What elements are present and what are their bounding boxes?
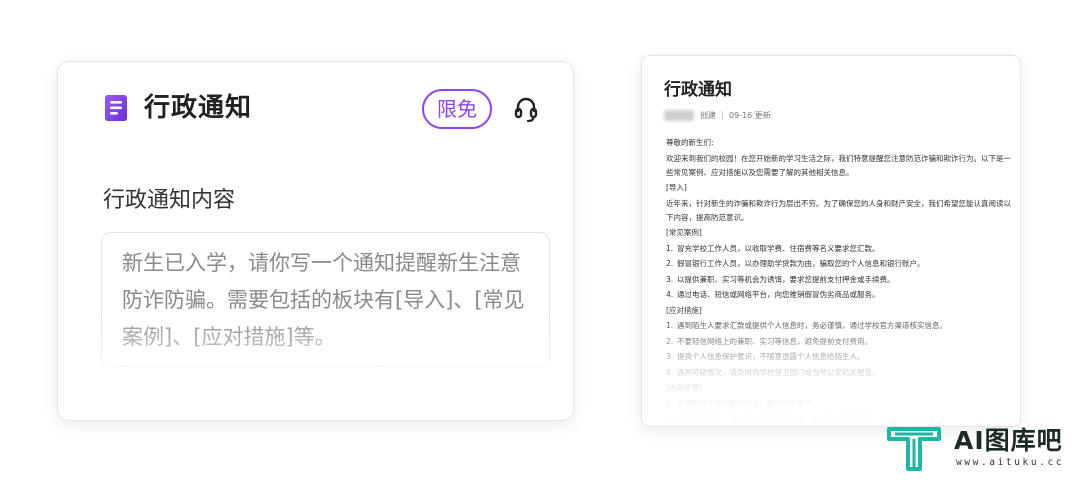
list-item: 3. 提高个人信息保护意识，不随意透露个人信息给陌生人。 — [666, 352, 865, 361]
updated-label: 09-16 更新 — [729, 110, 771, 120]
list-item: 1. 遇到陌生人要求汇款或提供个人信息时，务必谨慎，通过学校官方渠道核实信息。 — [666, 321, 947, 330]
list-item: 3. 以提供兼职、实习等机会为诱饵，要求您提前支付押金或手续费。 — [666, 274, 895, 284]
list-item: 2. 不要轻信网络上的兼职、实习等信息，避免提前支付费用。 — [666, 336, 872, 346]
author-avatar — [664, 109, 694, 121]
list-item: 1. 注意防范诈骗和欺诈行为，提高防范意识。 — [666, 398, 820, 408]
list-item: 4. 遇到可疑情况，请及时向学校保卫部门或当地公安机关报告。 — [666, 367, 880, 377]
list-item: 4. 通过电话、短信或网络平台，向您推销假冒伪劣商品或服务。 — [666, 290, 880, 299]
section-heading: [导入] — [666, 183, 687, 192]
document-title: 行政通知 — [664, 80, 732, 100]
created-label: 创建 — [700, 110, 716, 120]
intro-text: 近年来，针对新生的诈骗和欺诈行为层出不穷。为了确保您的人身和财产安全，我们希望您… — [666, 198, 1011, 222]
meta-divider — [722, 110, 723, 120]
section-heading: [应对措施] — [666, 305, 702, 315]
watermark-name: AI图库吧 — [954, 426, 1063, 455]
section-heading: [内容提要] — [666, 383, 702, 392]
document-icon — [105, 95, 127, 121]
list-item: 2. 遇到可疑情况，通过官方渠道核实信息，并向有关部门报告。 — [666, 414, 880, 423]
document-meta: 创建 09-16 更新 — [664, 108, 771, 122]
content-input[interactable]: 新生已入学，请你写一个通知提醒新生注意防诈防骗。需要包括的板块有[导入]、[常见… — [101, 232, 550, 367]
list-item: 2. 假冒银行工作人员，以办理助学贷款为由，骗取您的个人信息和银行账户。 — [666, 259, 925, 268]
document-preview[interactable]: 行政通知 创建 09-16 更新 尊敬的新生们: 欢迎来到我们的校园！在您开始新… — [641, 55, 1021, 427]
aituku-logo-icon — [887, 427, 941, 471]
intro-paragraph: 欢迎来到我们的校园！在您开始新的学习生活之际，我们特意提醒您注意防范诈骗和欺诈行… — [666, 153, 1011, 177]
free-badge: 限免 — [422, 89, 492, 129]
template-card[interactable]: 行政通知 限免 行政通知内容 新生已入学，请你写一个通知提醒新生注意防诈防骗。需… — [57, 61, 574, 421]
content-field-label: 行政通知内容 — [103, 188, 236, 213]
list-item: 1. 冒充学校工作人员，以收取学费、住宿费等名义要求您汇款。 — [666, 243, 880, 253]
section-heading: [常见案例] — [666, 228, 702, 237]
card-title: 行政通知 — [144, 93, 253, 123]
greeting: 尊敬的新生们: — [666, 138, 714, 147]
watermark-url: www.aituku.cc — [956, 457, 1065, 468]
headset-icon[interactable] — [511, 94, 541, 124]
watermark: AI图库吧 www.aituku.cc — [886, 425, 1076, 475]
document-body: 尊敬的新生们: 欢迎来到我们的校园！在您开始新的学习生活之际，我们特意提醒您注意… — [666, 136, 1011, 426]
